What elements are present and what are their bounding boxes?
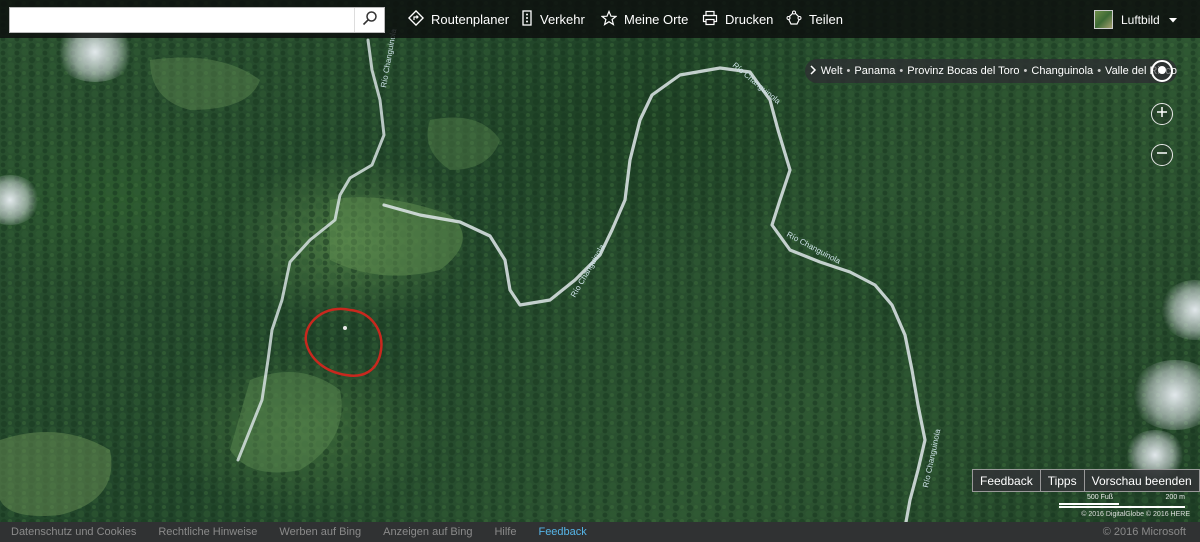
nav-verkehr[interactable]: Verkehr [521,0,585,38]
preview-toolbar: Feedback Tipps Vorschau beenden [972,469,1200,492]
top-toolbar: Routenplaner Verkehr Meine Orte Drucken … [0,0,1200,38]
breadcrumb-item[interactable]: Welt [821,65,843,77]
map-style-selector[interactable]: Luftbild [1094,9,1178,30]
share-icon [786,10,802,29]
scale-bar: 500 Fuß 200 m [1059,494,1189,510]
print-icon [702,10,718,29]
nav-label: Verkehr [540,11,585,27]
aerial-thumbnail-icon [1094,10,1113,29]
scale-metric-label: 200 m [1165,494,1185,501]
breadcrumb-separator: • [846,65,851,77]
nav-label: Meine Orte [624,11,689,27]
breadcrumb-item[interactable]: Panama [854,65,895,77]
footer: Datenschutz und Cookies Rechtliche Hinwe… [0,522,1200,542]
scale-imperial-label: 500 Fuß [1087,494,1114,501]
breadcrumb-item[interactable]: Provinz Bocas del Toro [907,65,1019,77]
locate-me-button[interactable] [1151,60,1173,82]
nav-drucken[interactable]: Drucken [702,0,773,38]
search-button[interactable] [354,8,384,32]
breadcrumb-separator: • [1097,65,1102,77]
breadcrumb: Welt • Panama • Provinz Bocas del Toro •… [805,59,1177,83]
map-style-label: Luftbild [1121,12,1160,27]
zoom-out-button[interactable] [1151,144,1173,166]
footer-copyright: © 2016 Microsoft [1102,526,1186,538]
footer-link-advertise[interactable]: Werben auf Bing [279,526,361,538]
chevron-down-icon [1168,13,1178,27]
zoom-in-button[interactable] [1151,103,1173,125]
traffic-icon [521,9,533,29]
footer-link-help[interactable]: Hilfe [494,526,516,538]
nav-meine-orte[interactable]: Meine Orte [600,0,689,38]
footer-link-legal[interactable]: Rechtliche Hinweise [158,526,257,538]
footer-link-feedback[interactable]: Feedback [538,526,586,538]
search-icon [362,10,378,31]
nav-routenplaner[interactable]: Routenplaner [407,0,510,38]
breadcrumb-item[interactable]: Changuinola [1031,65,1093,77]
nav-label: Routenplaner [431,11,510,27]
chevron-right-icon [809,64,817,78]
nav-label: Teilen [809,11,843,27]
search-input[interactable] [10,8,356,32]
star-icon [600,9,618,29]
nav-teilen[interactable]: Teilen [786,0,843,38]
search-box [9,7,385,33]
tips-button[interactable]: Tipps [1039,469,1085,492]
footer-link-privacy[interactable]: Datenschutz und Cookies [11,526,136,538]
footer-link-ads-on-bing[interactable]: Anzeigen auf Bing [383,526,472,538]
nav-label: Drucken [725,11,774,27]
scale-imperial-bar [1059,503,1119,505]
plus-icon [1156,105,1168,123]
scale-metric-bar [1059,506,1185,508]
feedback-button[interactable]: Feedback [972,469,1041,492]
end-preview-button[interactable]: Vorschau beenden [1083,469,1200,492]
minus-icon [1156,146,1168,164]
map-pin-dot [343,326,347,330]
breadcrumb-expand-button[interactable] [805,59,821,83]
locate-icon [1157,62,1167,80]
breadcrumb-separator: • [899,65,904,77]
route-icon [407,9,425,29]
map-copyright: © 2016 DigitalGlobe © 2016 HERE [1081,511,1190,518]
breadcrumb-separator: • [1023,65,1028,77]
